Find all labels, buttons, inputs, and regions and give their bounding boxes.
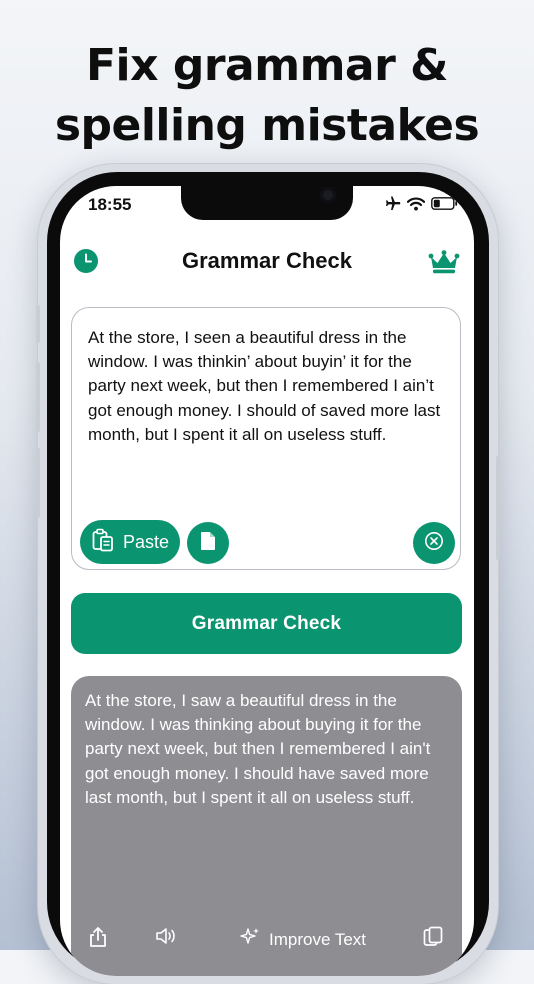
nav-title: Grammar Check <box>182 248 352 273</box>
power-button <box>496 456 500 560</box>
document-button[interactable] <box>187 522 229 564</box>
speaker-icon <box>155 926 179 951</box>
app-screen: 18:55 Grammar Check At the store, I seen… <box>60 186 474 976</box>
speak-button[interactable] <box>155 926 179 951</box>
share-icon <box>89 926 107 953</box>
volume-down-button <box>36 448 40 518</box>
copy-button[interactable] <box>423 926 443 953</box>
front-camera <box>320 187 336 203</box>
input-card[interactable]: At the store, I seen a beautiful dress i… <box>71 307 461 570</box>
output-text: At the store, I saw a beautiful dress in… <box>85 691 431 807</box>
battery-icon <box>431 197 458 215</box>
headline: Fix grammar & spelling mistakes <box>0 36 534 156</box>
headline-line-1: Fix grammar & <box>86 40 449 91</box>
notch <box>181 186 353 220</box>
improve-text-button[interactable]: Improve Text <box>239 926 366 953</box>
paste-icon <box>92 528 114 557</box>
status-time: 18:55 <box>88 195 132 214</box>
clear-icon <box>424 531 444 556</box>
document-icon <box>200 531 216 556</box>
share-button[interactable] <box>89 926 107 953</box>
output-card: At the store, I saw a beautiful dress in… <box>71 676 462 976</box>
paste-button[interactable]: Paste <box>80 520 180 564</box>
input-text[interactable]: At the store, I seen a beautiful dress i… <box>88 326 448 447</box>
sparkles-icon <box>239 926 261 953</box>
improve-text-label: Improve Text <box>269 929 367 949</box>
crown-icon[interactable] <box>428 250 460 274</box>
clear-button[interactable] <box>413 522 455 564</box>
status-icons <box>384 196 458 216</box>
headline-line-2: spelling mistakes <box>54 100 480 151</box>
volume-up-button <box>36 362 40 432</box>
paste-button-label: Paste <box>123 531 170 552</box>
mute-switch <box>36 305 40 343</box>
grammar-check-button[interactable]: Grammar Check <box>71 593 462 654</box>
airplane-icon <box>384 196 401 216</box>
wifi-icon <box>406 197 426 216</box>
copy-icon <box>423 926 443 953</box>
